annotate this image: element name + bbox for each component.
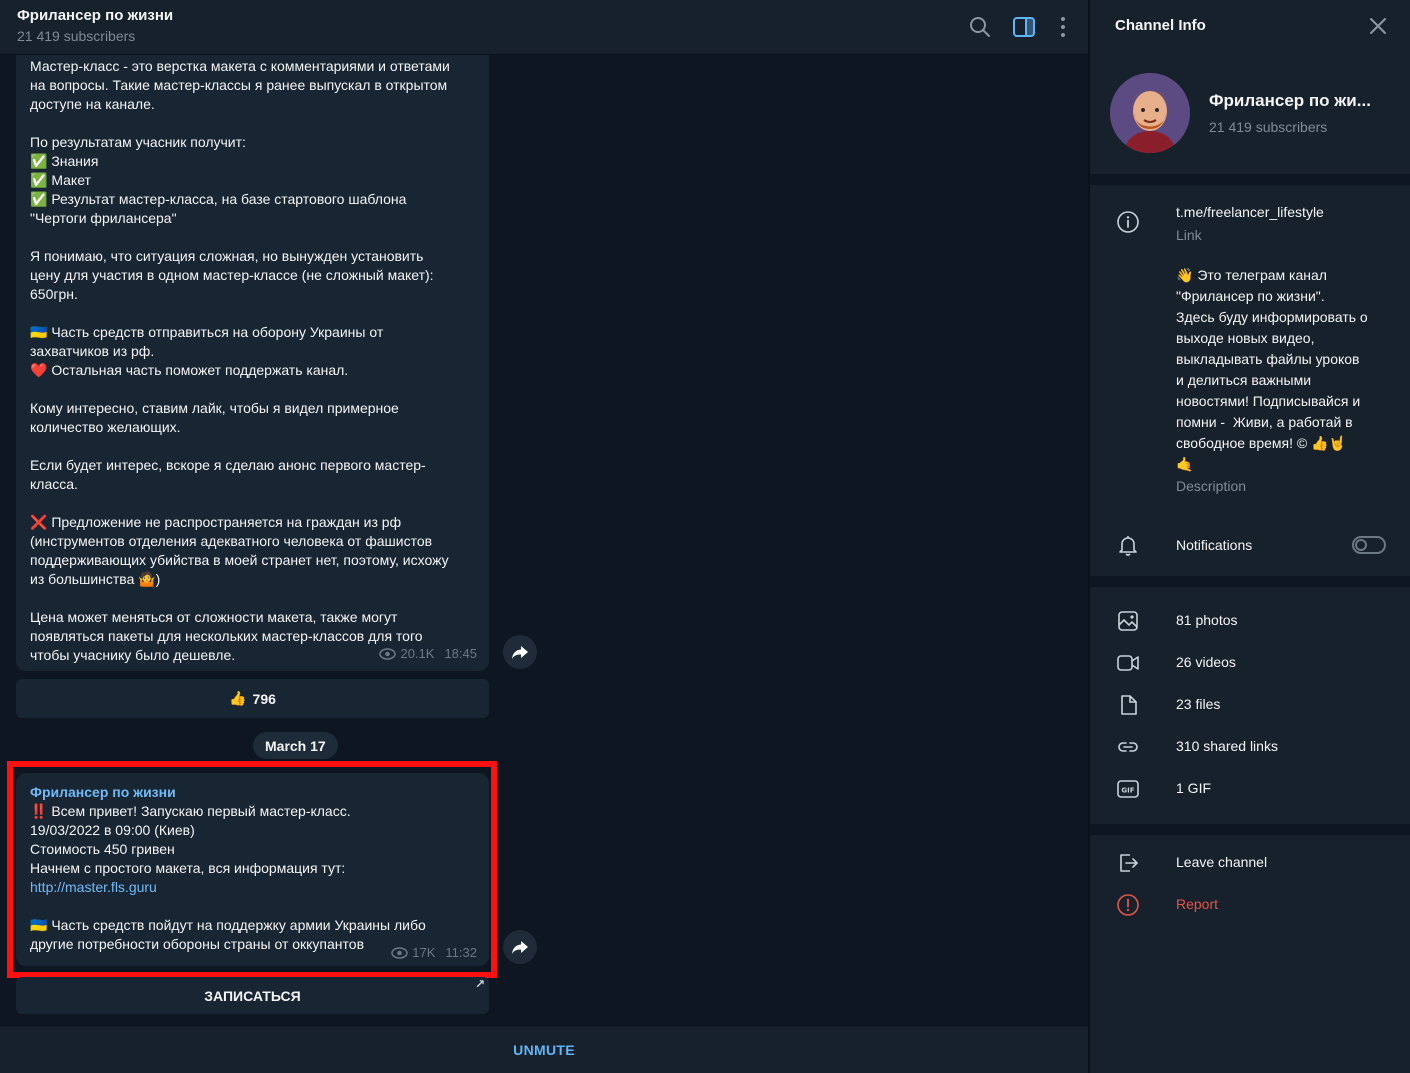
unmute-button[interactable]: UNMUTE xyxy=(513,1042,575,1058)
media-gifs[interactable]: 1 GIF xyxy=(1176,780,1211,796)
thumbs-up-icon: 👍 xyxy=(229,690,247,706)
signup-button[interactable]: ЗАПИСАТЬСЯ ↗ xyxy=(16,977,489,1014)
message-link[interactable]: http://master.fls.guru xyxy=(30,879,157,895)
svg-text:GIF: GIF xyxy=(1121,787,1134,795)
notifications-label: Notifications xyxy=(1176,537,1253,553)
views-icon xyxy=(379,647,397,660)
channel-description: 👋 Это телеграм канал "Фрилансер по жизни… xyxy=(1176,267,1368,472)
chat-title[interactable]: Фрилансер по жизни xyxy=(17,7,173,24)
chat-header[interactable]: Фрилансер по жизни 21 419 subscribers xyxy=(0,0,1088,55)
media-files[interactable]: 23 files xyxy=(1176,696,1220,712)
chat-panel: Фрилансер по жизни 21 419 subscribers Ма… xyxy=(0,0,1088,1073)
message-text: ‼️ Всем привет! Запускаю первый мастер-к… xyxy=(30,803,426,952)
section-separator xyxy=(1090,576,1410,587)
search-icon[interactable] xyxy=(967,14,993,40)
reaction-button[interactable]: 👍 796 xyxy=(16,679,489,718)
report-icon xyxy=(1116,893,1142,919)
channel-link-label: Link xyxy=(1176,227,1202,243)
bottom-bar: UNMUTE xyxy=(0,1025,1088,1073)
close-icon[interactable] xyxy=(1368,16,1388,36)
photo-icon xyxy=(1116,609,1142,635)
video-icon xyxy=(1116,651,1142,677)
message-time: 11:32 xyxy=(445,945,477,960)
view-count: 20.1K xyxy=(400,646,435,661)
message-meta: 20.1K 18:45 xyxy=(379,644,477,663)
leave-icon xyxy=(1116,851,1142,877)
views-icon xyxy=(391,946,409,959)
reaction-count: 796 xyxy=(252,690,276,707)
section-separator xyxy=(1090,174,1410,185)
forward-icon xyxy=(512,646,528,659)
channel-name: Фрилансер по жи... xyxy=(1209,91,1371,110)
message-text: Мастер-класс - это верстка макета с комм… xyxy=(30,58,450,663)
info-icon xyxy=(1116,210,1142,236)
chat-subscribers: 21 419 subscribers xyxy=(17,28,136,44)
external-link-icon: ↗ xyxy=(474,977,485,991)
info-panel-title: Channel Info xyxy=(1115,17,1206,34)
view-count: 17K xyxy=(412,945,436,960)
message-list[interactable]: Мастер-класс - это верстка макета с комм… xyxy=(0,55,1088,1025)
link-icon xyxy=(1116,735,1142,761)
channel-subscribers: 21 419 subscribers xyxy=(1209,119,1328,135)
date-separator: March 17 xyxy=(253,732,338,759)
leave-channel-button[interactable]: Leave channel xyxy=(1176,854,1267,870)
channel-link[interactable]: t.me/freelancer_lifestyle xyxy=(1176,204,1324,220)
gif-icon: GIF xyxy=(1116,777,1142,803)
message-bubble[interactable]: Мастер-класс - это верстка макета с комм… xyxy=(16,55,489,671)
section-separator xyxy=(1090,824,1410,835)
bell-icon xyxy=(1116,533,1142,559)
more-menu-icon[interactable] xyxy=(1050,14,1076,40)
avatar[interactable] xyxy=(1110,73,1190,153)
file-icon xyxy=(1116,693,1142,719)
toggle-knob xyxy=(1355,539,1367,551)
report-button[interactable]: Report xyxy=(1176,896,1218,912)
message-time: 18:45 xyxy=(444,646,477,661)
channel-info-panel: Channel Info Фрилансер по жи... 21 419 s… xyxy=(1090,0,1410,1073)
channel-description-label: Description xyxy=(1176,478,1247,494)
media-photos[interactable]: 81 photos xyxy=(1176,612,1238,628)
forward-button[interactable] xyxy=(503,635,537,669)
forward-button[interactable] xyxy=(503,930,537,964)
forward-icon xyxy=(512,941,528,954)
message-bubble[interactable]: Фрилансер по жизни ‼️ Всем привет! Запус… xyxy=(16,773,489,966)
media-videos[interactable]: 26 videos xyxy=(1176,654,1236,670)
message-author[interactable]: Фрилансер по жизни xyxy=(30,783,176,802)
sidebar-toggle-icon[interactable] xyxy=(1011,14,1037,40)
message-meta: 17K 11:32 xyxy=(391,943,477,962)
notifications-toggle[interactable] xyxy=(1352,536,1386,554)
media-links[interactable]: 310 shared links xyxy=(1176,738,1278,754)
signup-button-label: ЗАПИСАТЬСЯ xyxy=(204,987,301,1004)
